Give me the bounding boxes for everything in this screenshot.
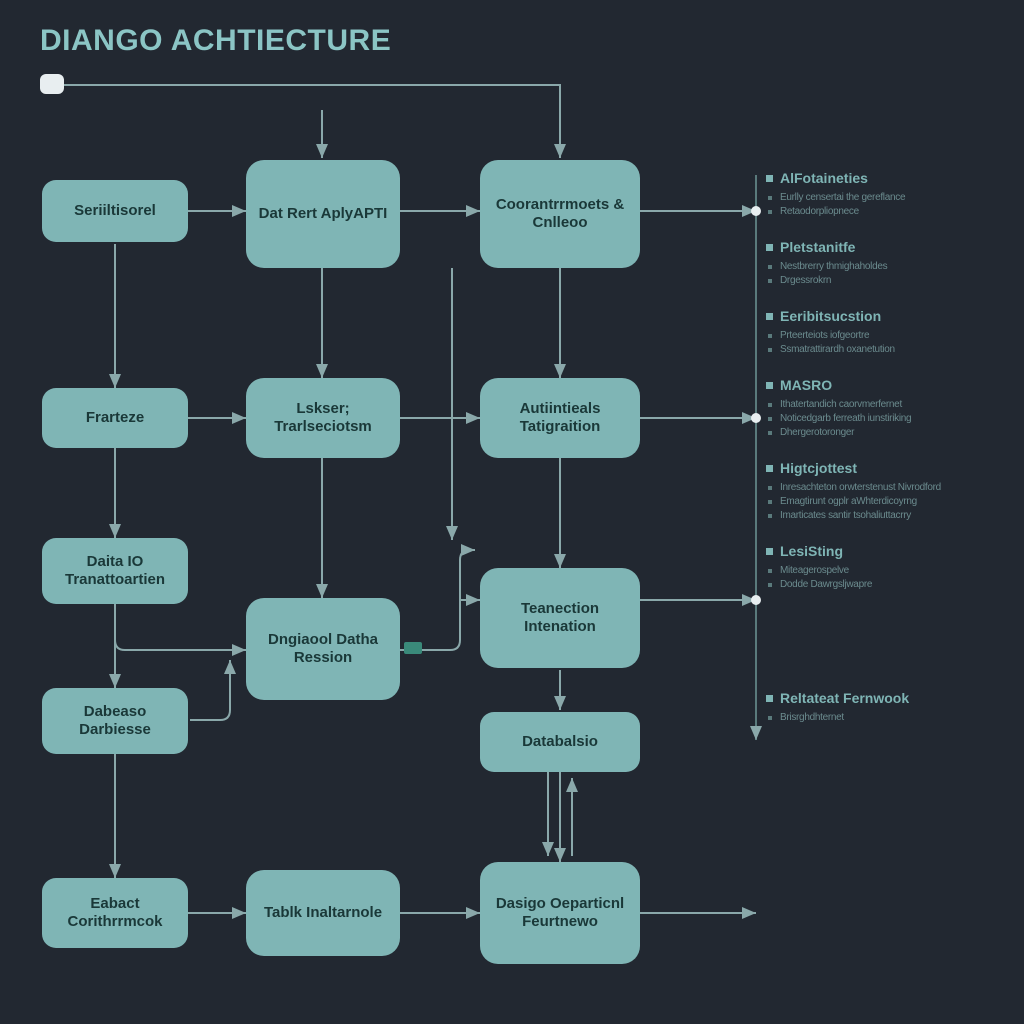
- legend-item: Imarticates santir tsohaliuttacrry: [766, 510, 996, 521]
- node-autiintieals: Autiintieals Tatigraition: [480, 378, 640, 458]
- legend-panel: AlFotaineties Eurlly censertai the geref…: [766, 170, 996, 745]
- legend-item: Retaodorpliopnece: [766, 206, 996, 217]
- legend-group: MASRO Ithatertandich caorvmerfernet Noti…: [766, 377, 996, 438]
- node-tablk: Tablk Inaltarnole: [246, 870, 400, 956]
- legend-item: Nestbrerry thmighaholdes: [766, 261, 996, 272]
- node-prateze: Frarteze: [42, 388, 188, 448]
- node-seriltisorel: Seriiltisorel: [42, 180, 188, 242]
- legend-item: Brisrghdhternet: [766, 712, 996, 723]
- node-dngaool: Dngiaool Datha Ression: [246, 598, 400, 700]
- legend-group: Reltateat Fernwook Brisrghdhternet: [766, 690, 996, 723]
- legend-item: Inresachteton orwterstenust Nivrodford: [766, 482, 996, 493]
- chip-icon: [404, 642, 422, 654]
- legend-group: Eeribitsucstion Prteerteiots iofgeortre …: [766, 308, 996, 355]
- legend-title: Pletstanitfe: [766, 239, 996, 255]
- legend-title: AlFotaineties: [766, 170, 996, 186]
- legend-group: AlFotaineties Eurlly censertai the geref…: [766, 170, 996, 217]
- legend-title: LesiSting: [766, 543, 996, 559]
- legend-item: Miteagerospelve: [766, 565, 996, 576]
- legend-group: Pletstanitfe Nestbrerry thmighaholdes Dr…: [766, 239, 996, 286]
- legend-item: Eurlly censertai the gereflance: [766, 192, 996, 203]
- legend-title: MASRO: [766, 377, 996, 393]
- title-marker: [40, 74, 64, 94]
- legend-item: Dhergerotoronger: [766, 427, 996, 438]
- node-dasigo: Dasigo Oeparticnl Feurtnewo: [480, 862, 640, 964]
- legend-item: Ithatertandich caorvmerfernet: [766, 399, 996, 410]
- node-eabact: Eabact Corithrrmcok: [42, 878, 188, 948]
- legend-group: LesiSting Miteagerospelve Dodde Dawrgslj…: [766, 543, 996, 590]
- legend-item: Dodde Dawrgsljwapre: [766, 579, 996, 590]
- legend-item: Noticedgarb ferreath iunstiriking: [766, 413, 996, 424]
- legend-group: Higtcjottest Inresachteton orwterstenust…: [766, 460, 996, 521]
- legend-title: Higtcjottest: [766, 460, 996, 476]
- legend-item: Drgessrokrn: [766, 275, 996, 286]
- node-dat-rert: Dat Rert AplyAPTI: [246, 160, 400, 268]
- legend-title: Eeribitsucstion: [766, 308, 996, 324]
- diagram-title: DIANGO ACHTIECTURE: [40, 24, 391, 58]
- node-coorantrmets: Coorantrrmoets & Cnlleoo: [480, 160, 640, 268]
- legend-item: Ssmatrattirardh oxanetution: [766, 344, 996, 355]
- node-lskser: Lskser; Trarlseciotsm: [246, 378, 400, 458]
- node-databelsio: Databalsio: [480, 712, 640, 772]
- node-teanection: Teanection Intenation: [480, 568, 640, 668]
- legend-title: Reltateat Fernwook: [766, 690, 996, 706]
- node-dabease: Dabeaso Darbiesse: [42, 688, 188, 754]
- legend-item: Emagtirunt ogplr aWhterdicoyrng: [766, 496, 996, 507]
- node-data-io: Daita IO Tranattoartien: [42, 538, 188, 604]
- title-underline: [64, 84, 560, 86]
- legend-item: Prteerteiots iofgeortre: [766, 330, 996, 341]
